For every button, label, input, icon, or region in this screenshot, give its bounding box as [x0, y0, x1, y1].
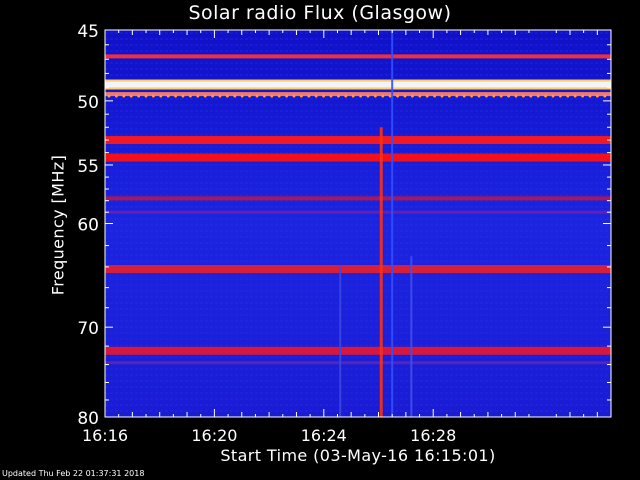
interference-dot [529, 94, 533, 98]
interference-dot [122, 94, 126, 98]
y-tick-label: 60 [77, 216, 99, 236]
interference-dot [425, 94, 429, 98]
interference-dot [411, 94, 414, 98]
frequency-band-edge [105, 87, 611, 90]
interference-dot [603, 94, 607, 98]
interference-dot [248, 94, 252, 98]
interference-dot [573, 94, 577, 98]
frequency-band [105, 153, 611, 162]
interference-dot [277, 94, 281, 98]
frequency-band [105, 54, 611, 59]
interference-dot [211, 94, 215, 98]
interference-dot [203, 94, 207, 98]
interference-dot [559, 94, 562, 98]
interference-dot [440, 94, 444, 98]
interference-dot [544, 94, 547, 98]
interference-dot [588, 94, 592, 98]
interference-dot [233, 94, 237, 98]
interference-dot [551, 94, 555, 98]
y-tick-label: 70 [77, 319, 99, 339]
interference-dot [396, 94, 399, 98]
interference-dot [492, 94, 496, 98]
interference-dot [351, 94, 355, 98]
interference-dot [181, 94, 185, 98]
frequency-band [105, 361, 611, 365]
interference-dot [514, 94, 518, 98]
frequency-band-edge [105, 79, 611, 82]
interference-dot [337, 94, 340, 98]
interference-dot [270, 94, 274, 98]
interference-dot [433, 94, 436, 98]
interference-dot [292, 94, 296, 98]
interference-dot [166, 94, 170, 98]
interference-dot [366, 94, 370, 98]
interference-dot [218, 94, 222, 98]
plot-area [105, 30, 611, 417]
interference-dot [144, 94, 148, 98]
x-tick-label: 16:28 [410, 426, 456, 445]
frequency-band [105, 346, 611, 355]
y-tick-label: 50 [77, 93, 99, 113]
x-tick-label: 16:20 [191, 426, 237, 445]
interference-dot [566, 94, 570, 98]
interference-dot [477, 94, 481, 98]
radio-burst [410, 256, 413, 417]
interference-dot [189, 94, 192, 98]
interference-dot [418, 94, 422, 98]
interference-dot [507, 94, 510, 98]
interference-dot [374, 94, 377, 98]
spectrogram-chart: 45505560708016:16 16:20 16:24 16:28 [77, 22, 612, 445]
interference-dot [263, 94, 266, 98]
interference-dot [448, 94, 451, 98]
interference-dot [470, 94, 473, 98]
interference-dot [359, 94, 362, 98]
frequency-band [105, 265, 611, 274]
x-tick-label: 16:24 [301, 426, 347, 445]
radio-burst [379, 127, 383, 417]
interference-dot [174, 94, 178, 98]
interference-dot [314, 94, 318, 98]
radio-burst [339, 266, 342, 417]
interference-dot [159, 94, 163, 98]
interference-dot [285, 94, 288, 98]
y-tick-label: 45 [77, 22, 99, 42]
interference-dot [300, 94, 303, 98]
interference-dot [322, 94, 325, 98]
interference-dot [196, 94, 200, 98]
interference-dot [329, 94, 333, 98]
radio-burst [391, 30, 394, 417]
frequency-band [105, 81, 611, 88]
interference-dot [596, 94, 599, 98]
interference-dot [499, 94, 503, 98]
interference-dot [152, 94, 155, 98]
y-tick-label: 55 [77, 157, 99, 177]
frequency-band [105, 210, 611, 214]
frequency-band [105, 136, 611, 145]
interference-dot [462, 94, 466, 98]
interference-dot [381, 94, 385, 98]
interference-dot [344, 94, 348, 98]
interference-dot [137, 94, 141, 98]
interference-dot [240, 94, 244, 98]
interference-dot [403, 94, 407, 98]
interference-dot [115, 94, 118, 98]
interference-dot [226, 94, 229, 98]
frequency-band [105, 196, 611, 201]
interference-dot [388, 94, 392, 98]
interference-dot [129, 94, 133, 98]
interference-dot [107, 94, 111, 98]
frequency-band [105, 92, 611, 97]
interference-dot [522, 94, 525, 98]
interference-dot [307, 94, 311, 98]
interference-dot [581, 94, 584, 98]
x-tick-label: 16:16 [82, 426, 128, 445]
interference-dot [255, 94, 259, 98]
interference-dot [485, 94, 488, 98]
interference-dot [536, 94, 540, 98]
interference-dot [455, 94, 459, 98]
